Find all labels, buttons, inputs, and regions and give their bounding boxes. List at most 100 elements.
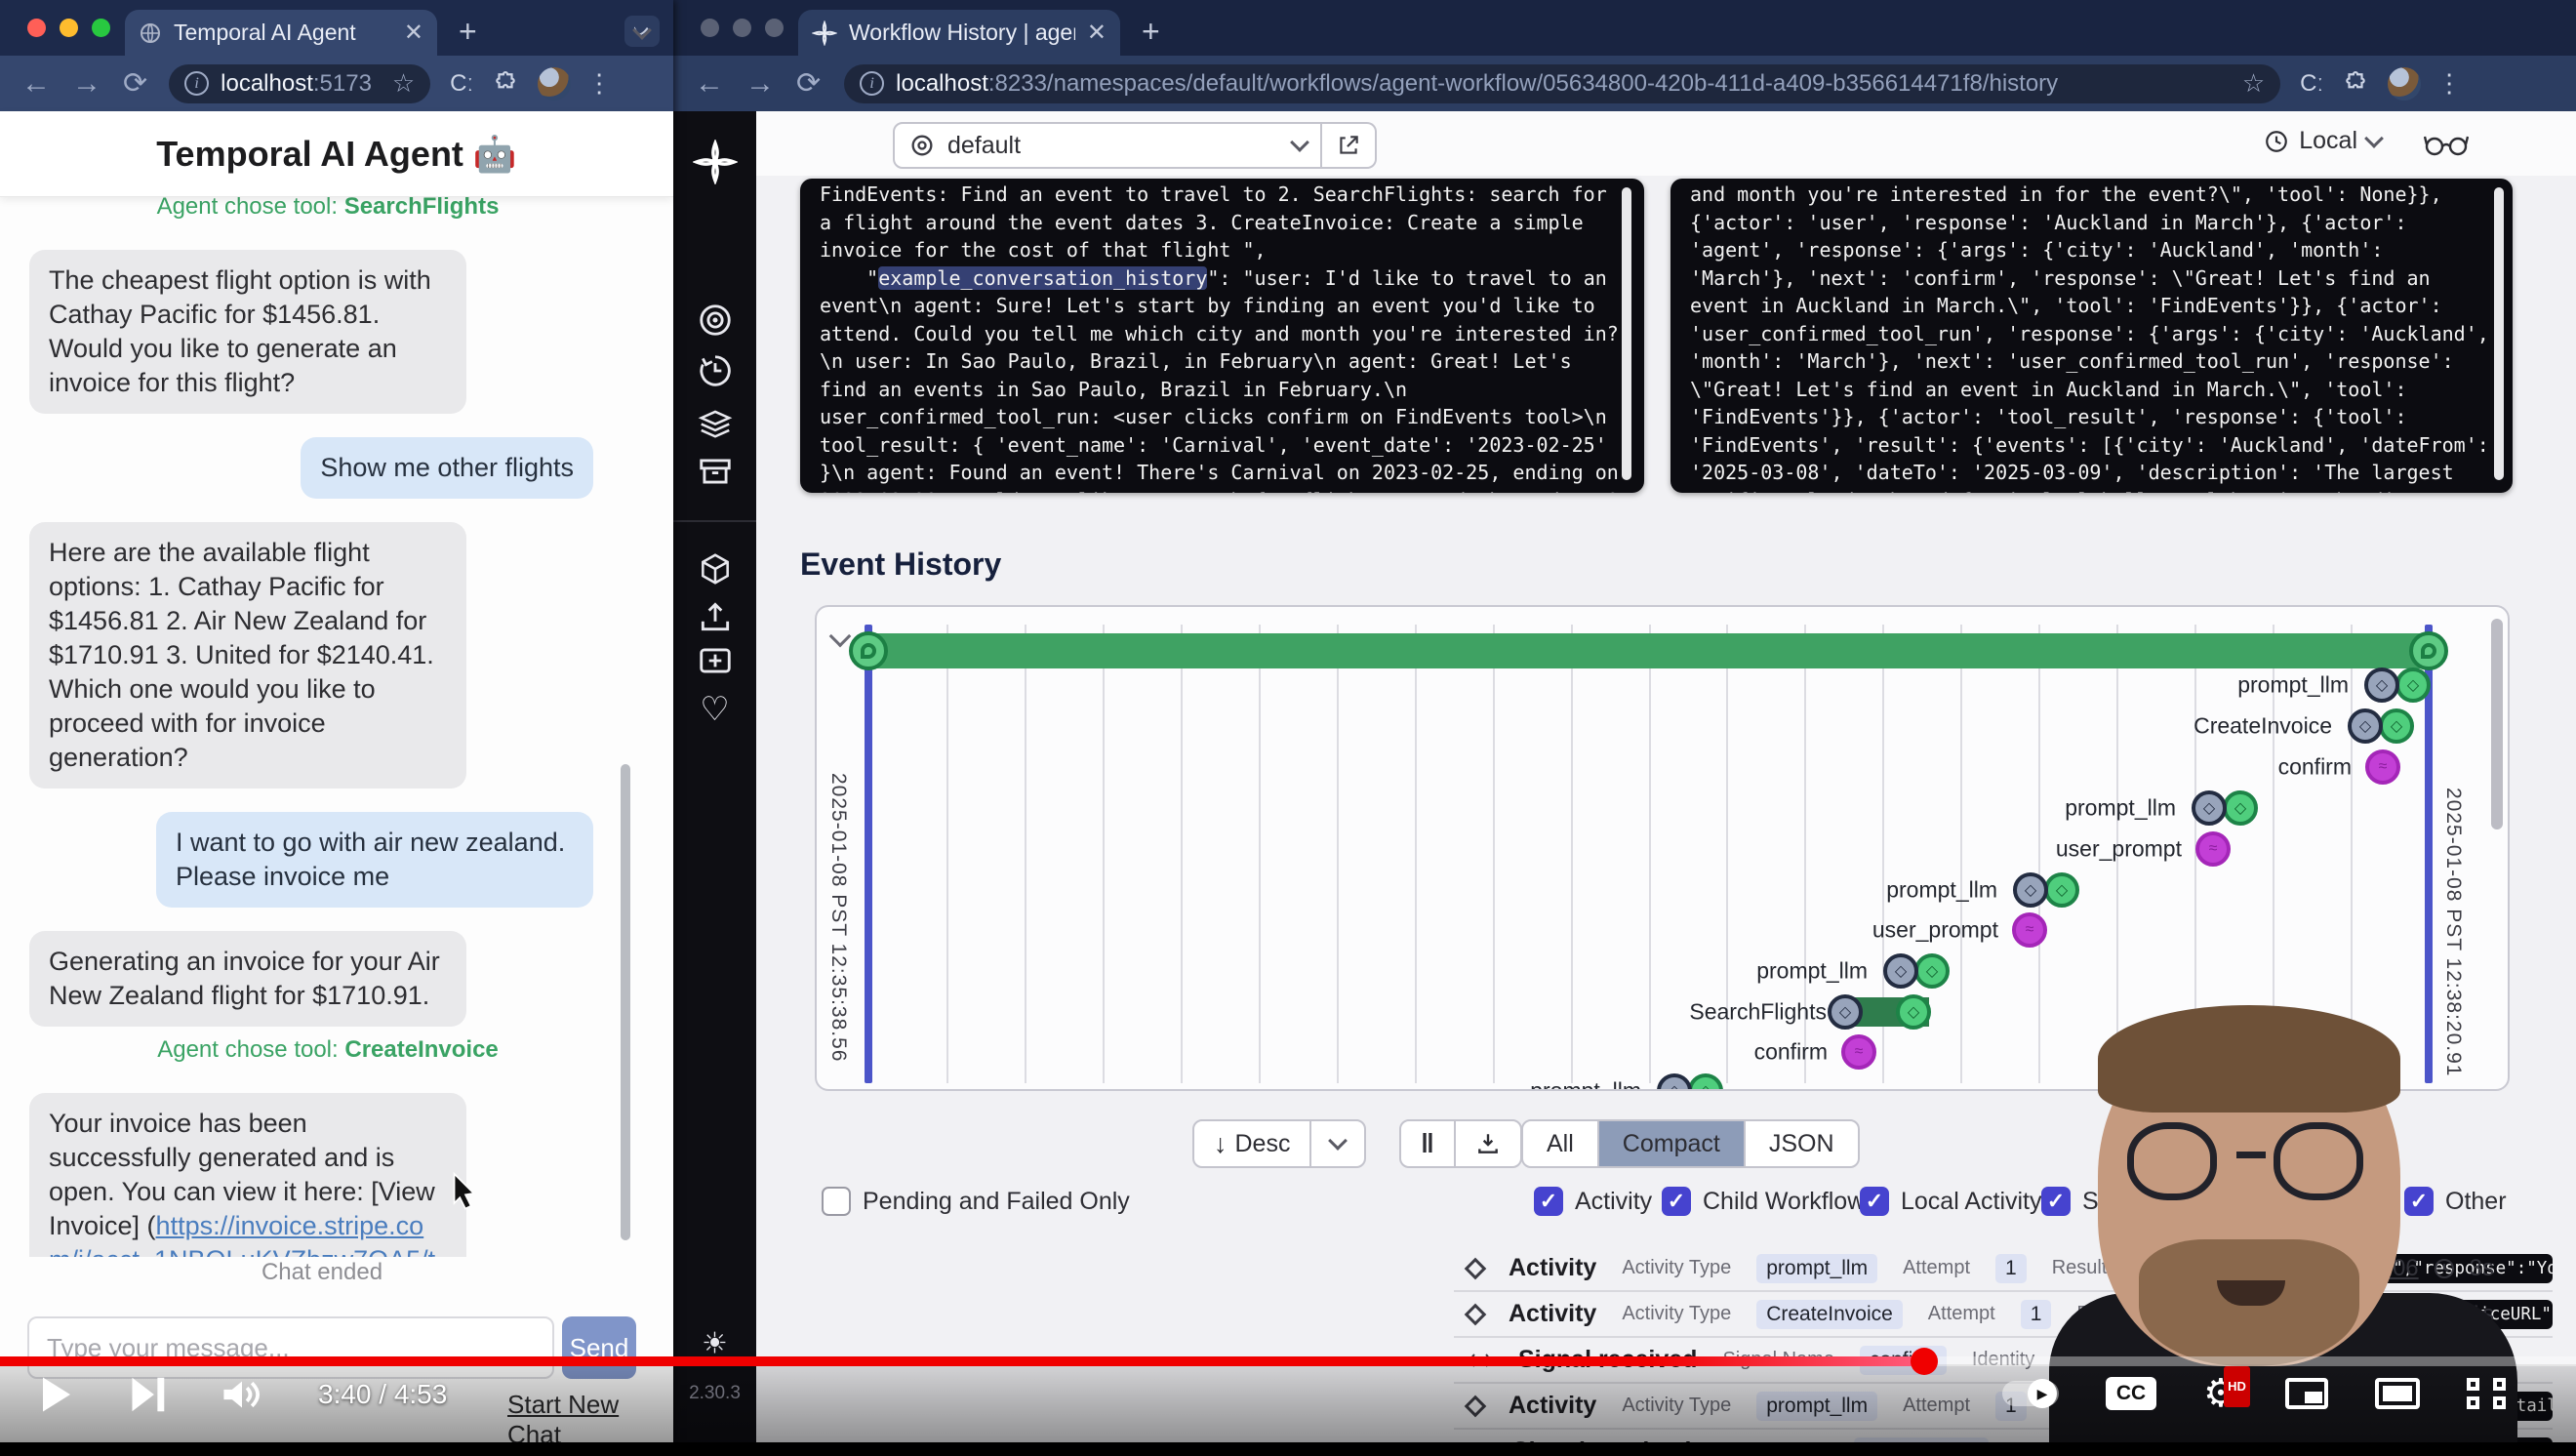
captions-button[interactable]: CC: [2106, 1377, 2156, 1410]
filter-signal[interactable]: ✓Signal: [2041, 1187, 2151, 1216]
close-window-button[interactable]: [27, 19, 46, 37]
checkbox-checked[interactable]: ✓: [1662, 1187, 1691, 1216]
event-id-link[interactable]: 100: [2380, 1301, 2419, 1328]
activity-completed-marker[interactable]: ◇: [1914, 953, 1950, 989]
activity-completed-marker[interactable]: ◇: [1688, 1073, 1723, 1091]
bookmark-star-icon[interactable]: ☆: [392, 68, 415, 99]
reload-icon[interactable]: ⟳: [123, 66, 147, 101]
progress-playhead[interactable]: [1911, 1348, 1938, 1375]
view-option-json[interactable]: JSON: [1744, 1121, 1858, 1166]
checkbox-checked[interactable]: ✓: [1534, 1187, 1563, 1216]
code-scrollbar-thumb[interactable]: [1622, 187, 1631, 480]
activity-scheduled-marker[interactable]: ◇: [1883, 953, 1918, 989]
reload-icon[interactable]: ⟳: [796, 66, 821, 101]
activity-completed-marker[interactable]: ◇: [2044, 872, 2079, 908]
schedules-clock-icon[interactable]: [697, 352, 734, 389]
address-field[interactable]: i localhost:5173 ☆: [169, 64, 430, 103]
profile-avatar[interactable]: [2388, 67, 2421, 101]
tab-search-chevron[interactable]: ᨆ: [624, 16, 660, 47]
close-tab-icon[interactable]: ✕: [1087, 19, 1107, 47]
filter-child-workflow[interactable]: ✓Child Workflow: [1662, 1187, 1865, 1216]
activity-scheduled-marker[interactable]: ◇: [1828, 994, 1863, 1030]
collapse-timeline-chevron-icon[interactable]: [829, 626, 852, 648]
close-window-button[interactable]: [701, 19, 719, 37]
checkbox-checked[interactable]: ✓: [2041, 1187, 2071, 1216]
forward-icon[interactable]: →: [745, 67, 775, 101]
checkbox-unchecked[interactable]: [822, 1187, 851, 1216]
theater-mode-button[interactable]: [2375, 1378, 2420, 1409]
close-tab-icon[interactable]: ✕: [404, 19, 423, 47]
filter-activity[interactable]: ✓Activity: [1534, 1187, 1652, 1216]
back-icon[interactable]: ←: [695, 67, 724, 101]
checkbox-checked[interactable]: ✓: [2155, 1187, 2185, 1216]
activity-completed-marker[interactable]: ◇: [2223, 790, 2258, 826]
miniplayer-button[interactable]: [2285, 1378, 2328, 1409]
settings-gear-button[interactable]: ⚙HD: [2203, 1374, 2238, 1413]
timezone-select[interactable]: Local: [2264, 127, 2381, 155]
send-button[interactable]: Send: [562, 1316, 636, 1379]
activity-scheduled-marker[interactable]: ◇: [2348, 708, 2383, 744]
workflow-end-badge[interactable]: [2409, 631, 2448, 670]
profile-avatar[interactable]: [538, 67, 571, 101]
minimize-window-button[interactable]: [60, 19, 78, 37]
site-info-icon[interactable]: i: [860, 71, 884, 96]
activity-completed-marker[interactable]: ◇: [2395, 667, 2431, 703]
forward-icon[interactable]: →: [72, 67, 101, 101]
new-tab-button[interactable]: +: [459, 14, 477, 50]
start-new-chat-link[interactable]: Start New Chat: [507, 1390, 673, 1442]
play-button[interactable]: [39, 1374, 74, 1415]
archive-icon[interactable]: [697, 453, 734, 490]
extensions-puzzle-icon[interactable]: [2343, 71, 2368, 97]
sort-desc-button[interactable]: ↓Desc: [1194, 1121, 1309, 1166]
browser-menu-icon[interactable]: ⋮: [2436, 68, 2463, 99]
minimize-window-button[interactable]: [733, 19, 751, 37]
workflow-input-json-panel[interactable]: FindEvents: Find an event to travel to 2…: [800, 179, 1644, 493]
invoice-link[interactable]: https://invoice.stripe.com/i/acct_1NBOLu…: [49, 1211, 444, 1257]
event-id-link[interactable]: 99: [2340, 1301, 2366, 1328]
browser-tab-chat[interactable]: Temporal AI Agent ✕: [125, 10, 437, 56]
view-option-compact[interactable]: Compact: [1597, 1121, 1744, 1166]
temporal-logo-icon[interactable]: [693, 140, 738, 184]
activity-scheduled-marker[interactable]: ◇: [2192, 790, 2227, 826]
workflow-start-badge[interactable]: [849, 631, 888, 670]
traffic-lights[interactable]: [27, 19, 110, 37]
checkbox-checked[interactable]: ✓: [1860, 1187, 1889, 1216]
filter-local-activity[interactable]: ✓Local Activity: [1860, 1187, 2042, 1216]
volume-button[interactable]: [221, 1374, 263, 1415]
workflow-execution-bar[interactable]: [868, 633, 2429, 668]
fullscreen-button[interactable]: [2467, 1378, 2506, 1409]
view-option-all[interactable]: All: [1523, 1121, 1597, 1166]
namespaces-layers-icon[interactable]: [697, 404, 734, 441]
next-button[interactable]: [129, 1374, 166, 1415]
message-input[interactable]: Type your message...: [27, 1316, 554, 1379]
table-row[interactable]: Signal receivedSignal Nameuser_promptInp…: [1454, 1430, 2553, 1442]
browser-menu-icon[interactable]: ⋮: [586, 68, 613, 99]
filter-timer[interactable]: ✓Timer: [2155, 1187, 2258, 1216]
feedback-glasses-icon[interactable]: [2424, 129, 2469, 158]
code-scrollbar-thumb[interactable]: [2494, 187, 2504, 480]
chat-scrollbar-thumb[interactable]: [621, 764, 630, 1240]
site-info-icon[interactable]: i: [184, 71, 209, 96]
signal-marker[interactable]: ≈: [2365, 749, 2400, 785]
table-row[interactable]: ActivityActivity Typeprompt_llmAttempt1R…: [1454, 1246, 2553, 1292]
activity-scheduled-marker[interactable]: ◇: [1657, 1073, 1692, 1091]
zoom-window-button[interactable]: [765, 19, 784, 37]
namespace-select[interactable]: default: [893, 122, 1322, 169]
video-progress-bar[interactable]: [0, 1356, 2576, 1366]
import-export-icon[interactable]: [697, 598, 734, 635]
autoplay-toggle[interactable]: ▶: [2002, 1381, 2059, 1406]
labs-cube-icon[interactable]: [697, 550, 734, 587]
zoom-window-button[interactable]: [92, 19, 110, 37]
traffic-lights[interactable]: [701, 19, 784, 37]
activity-scheduled-marker[interactable]: ◇: [2013, 872, 2048, 908]
table-row[interactable]: ActivityActivity TypeCreateInvoiceAttemp…: [1454, 1292, 2553, 1338]
event-id-link[interactable]: 105: [2327, 1255, 2366, 1282]
pending-failed-filter[interactable]: Pending and Failed Only: [822, 1187, 1130, 1216]
extension-c-icon[interactable]: Cː: [2300, 70, 2323, 98]
extensions-puzzle-icon[interactable]: [493, 71, 518, 97]
bookmark-star-icon[interactable]: ☆: [2242, 68, 2265, 99]
browser-tab-workflow-history[interactable]: Workflow History | agent-wor ✕: [798, 10, 1120, 56]
download-history-button[interactable]: [1454, 1121, 1520, 1166]
timeline-scrollbar-thumb[interactable]: [2491, 619, 2503, 829]
signal-marker[interactable]: ≈: [2012, 912, 2047, 948]
